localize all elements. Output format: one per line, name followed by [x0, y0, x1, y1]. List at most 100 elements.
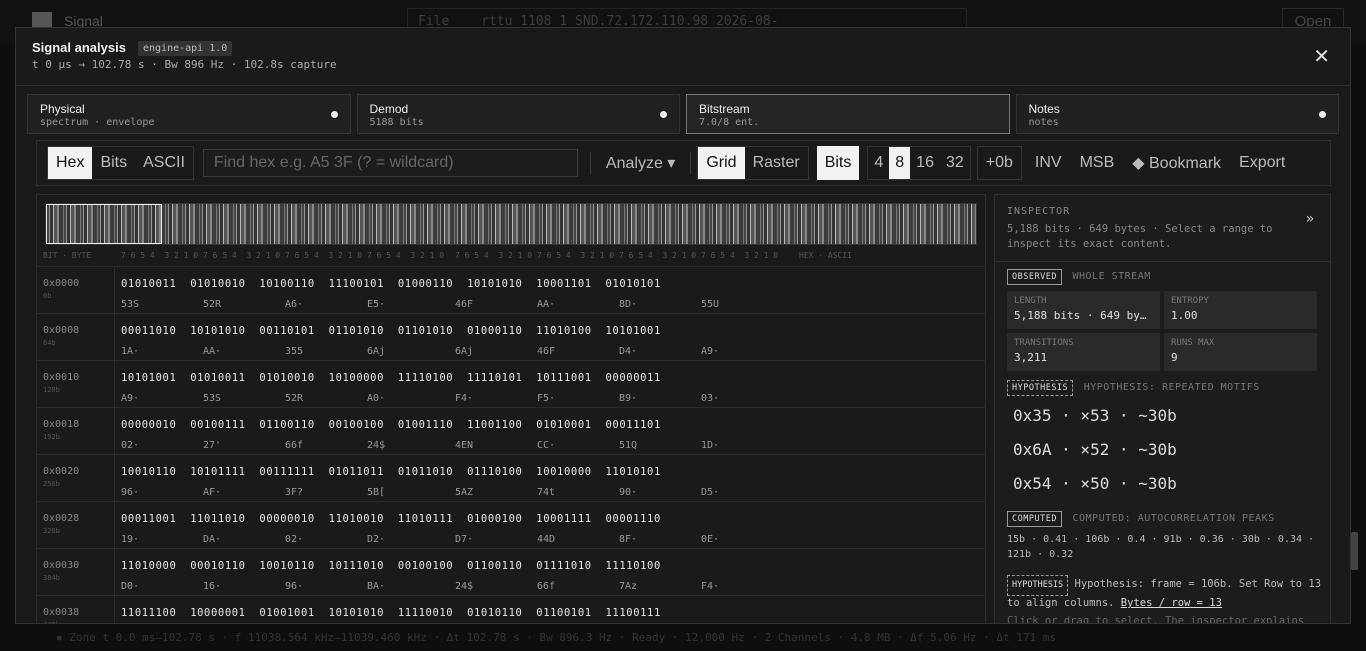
- hex-cell[interactable]: 52R: [285, 393, 303, 404]
- hex-cell[interactable]: A0·: [367, 393, 385, 404]
- hex-cell[interactable]: 53S: [203, 393, 221, 404]
- hex-cell[interactable]: 5B[: [367, 487, 385, 498]
- tab-notes[interactable]: Notes notes: [1015, 94, 1339, 134]
- hex-cell[interactable]: 5AZ: [455, 487, 473, 498]
- motif-item[interactable]: 0x6A · ×52 · ~30b: [1013, 440, 1177, 459]
- hex-cell[interactable]: 46F: [537, 346, 555, 357]
- hex-cell[interactable]: 6Aj: [455, 346, 473, 357]
- layout-grid-button[interactable]: Grid: [698, 147, 745, 179]
- hex-cell[interactable]: 0E·: [701, 534, 719, 545]
- view-ascii-button[interactable]: ASCII: [135, 147, 193, 179]
- table-row[interactable]: 0x0030 384b 11010000 00010110 10010110 101…: [37, 548, 985, 596]
- table-row[interactable]: 0x0010 128b 10101001 01010011 01010010 101…: [37, 360, 985, 408]
- hex-cell[interactable]: 66f: [537, 581, 555, 592]
- row-address: 0x0038: [43, 607, 80, 618]
- hex-cell[interactable]: DA·: [203, 534, 221, 545]
- col-header-group: 7 6 5 4 3 2 1 0: [367, 251, 445, 260]
- hex-cell[interactable]: 52R: [203, 299, 221, 310]
- width-32-button[interactable]: 32: [940, 147, 970, 179]
- hex-cell[interactable]: 8D·: [619, 299, 637, 310]
- hex-cell[interactable]: D0·: [121, 581, 139, 592]
- hex-cell[interactable]: F4·: [701, 581, 719, 592]
- stream-overview-scrubber[interactable]: [45, 203, 977, 245]
- hex-cell[interactable]: 74t: [537, 487, 555, 498]
- table-row[interactable]: 0x0000 0b 01010011 01010010 10100110 11100…: [37, 266, 985, 314]
- bits-unit-button[interactable]: Bits: [816, 146, 860, 180]
- hex-cell[interactable]: 51Q: [619, 440, 637, 451]
- tab-demod[interactable]: Demod 5188 bits: [356, 94, 680, 134]
- view-hex-button[interactable]: Hex: [48, 147, 93, 179]
- hex-cell[interactable]: 66f: [285, 440, 303, 451]
- hex-cell[interactable]: 96·: [285, 581, 303, 592]
- invert-button[interactable]: INV: [1026, 154, 1071, 172]
- hex-cell[interactable]: 3F?: [285, 487, 303, 498]
- msb-button[interactable]: MSB: [1071, 154, 1124, 172]
- hex-cell[interactable]: 27': [203, 440, 221, 451]
- bit-offset-button[interactable]: +0b: [978, 147, 1021, 179]
- hex-cell[interactable]: 03·: [701, 393, 719, 404]
- tab-bitstream[interactable]: Bitstream 7.0/8 ent.: [686, 94, 1010, 134]
- row-hex: 19· DA· 02· D2· D7· 44D 8F· 0E·: [121, 534, 921, 546]
- motif-item[interactable]: 0x54 · ×50 · ~30b: [1013, 474, 1177, 493]
- row-bit-offset: 448b: [43, 621, 60, 623]
- view-bits-button[interactable]: Bits: [92, 147, 135, 179]
- divider: [114, 314, 115, 361]
- hex-search-input[interactable]: [202, 149, 578, 177]
- hex-cell[interactable]: B9·: [619, 393, 637, 404]
- hex-cell[interactable]: 24$: [455, 581, 473, 592]
- hex-cell[interactable]: 355: [285, 346, 303, 357]
- hex-cell[interactable]: AA·: [537, 299, 555, 310]
- width-8-button[interactable]: 8: [889, 147, 911, 179]
- analyze-menu-button[interactable]: Analyze ▾: [597, 153, 684, 173]
- hex-cell[interactable]: A6·: [285, 299, 303, 310]
- motif-item[interactable]: 0x35 · ×53 · ~30b: [1013, 406, 1177, 425]
- close-icon[interactable]: ✕: [1313, 44, 1330, 68]
- hex-cell[interactable]: 16·: [203, 581, 221, 592]
- hex-cell[interactable]: 7Az: [619, 581, 637, 592]
- width-4-button[interactable]: 4: [868, 147, 889, 179]
- hex-cell[interactable]: CC·: [537, 440, 555, 451]
- expand-icon[interactable]: »: [1306, 211, 1314, 227]
- hex-cell[interactable]: 46F: [455, 299, 473, 310]
- hex-cell[interactable]: 1D·: [701, 440, 719, 451]
- hex-cell[interactable]: D5·: [701, 487, 719, 498]
- hex-cell[interactable]: BA·: [367, 581, 385, 592]
- hex-cell[interactable]: 19·: [121, 534, 139, 545]
- hex-cell[interactable]: 8F·: [619, 534, 637, 545]
- width-16-button[interactable]: 16: [910, 147, 940, 179]
- table-row[interactable]: 0x0028 320b 00011001 11011010 00000010 110…: [37, 501, 985, 549]
- row-hex: 02· 27' 66f 24$ 4EN CC· 51Q 1D·: [121, 440, 921, 452]
- table-row[interactable]: 0x0020 256b 10010110 10101111 00111111 010…: [37, 454, 985, 502]
- hex-cell[interactable]: A9·: [701, 346, 719, 357]
- hex-cell[interactable]: 24$: [367, 440, 385, 451]
- hex-cell[interactable]: 96·: [121, 487, 139, 498]
- layout-raster-button[interactable]: Raster: [745, 147, 808, 179]
- bytes-per-row-link[interactable]: Bytes / row = 13: [1121, 597, 1222, 609]
- hex-cell[interactable]: 44D: [537, 534, 555, 545]
- hex-cell[interactable]: A9·: [121, 393, 139, 404]
- tab-physical[interactable]: Physical spectrum · envelope: [27, 94, 351, 134]
- export-button[interactable]: Export: [1230, 154, 1294, 172]
- hex-cell[interactable]: D4·: [619, 346, 637, 357]
- hex-cell[interactable]: D7·: [455, 534, 473, 545]
- hex-cell[interactable]: F5·: [537, 393, 555, 404]
- bookmark-button[interactable]: ◆ Bookmark: [1123, 153, 1230, 173]
- hex-cell[interactable]: AA·: [203, 346, 221, 357]
- hex-cell[interactable]: 6Aj: [367, 346, 385, 357]
- hex-cell[interactable]: 4EN: [455, 440, 473, 451]
- hex-cell[interactable]: AF·: [203, 487, 221, 498]
- table-row[interactable]: 0x0038 448b 11011100 10000001 01001001 101…: [37, 595, 985, 623]
- hex-cell[interactable]: 02·: [285, 534, 303, 545]
- hex-cell[interactable]: E5·: [367, 299, 385, 310]
- overview-window-handle[interactable]: [46, 204, 162, 244]
- table-row[interactable]: 0x0008 64b 00011010 10101010 00110101 0110…: [37, 313, 985, 361]
- hex-cell[interactable]: 90·: [619, 487, 637, 498]
- hex-cell[interactable]: 02·: [121, 440, 139, 451]
- hex-cell[interactable]: 55U: [701, 299, 719, 310]
- hex-cell[interactable]: D2·: [367, 534, 385, 545]
- table-row[interactable]: 0x0018 192b 00000010 00100111 01100110 001…: [37, 407, 985, 455]
- hex-cell[interactable]: 53S: [121, 299, 139, 310]
- scrollbar-thumb[interactable]: [1351, 532, 1358, 570]
- hex-cell[interactable]: F4·: [455, 393, 473, 404]
- hex-cell[interactable]: 1A·: [121, 346, 139, 357]
